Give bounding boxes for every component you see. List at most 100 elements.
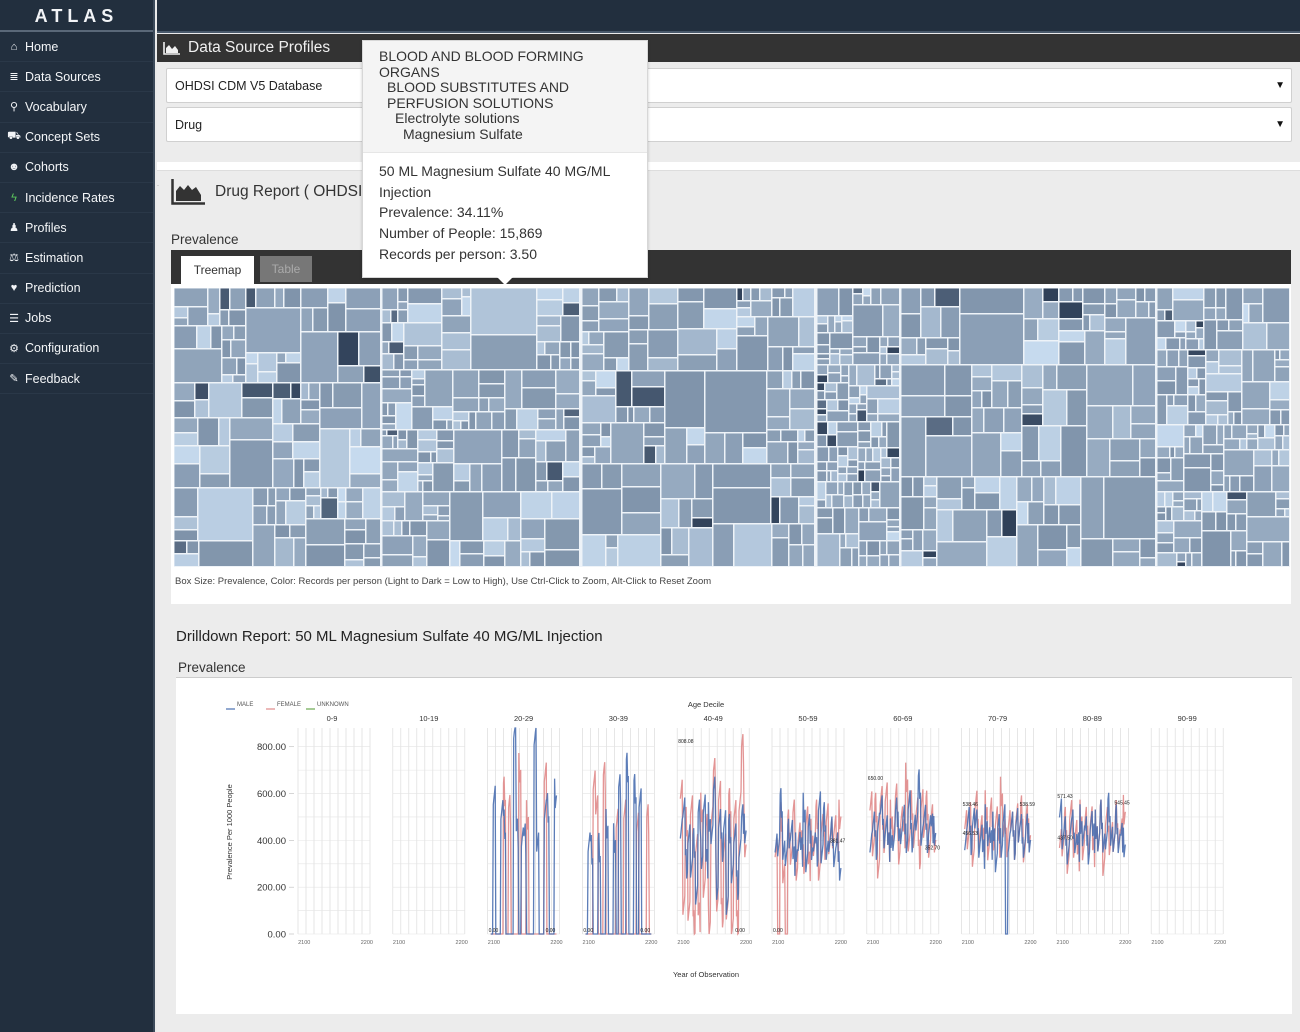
treemap-cell[interactable] bbox=[617, 358, 629, 371]
treemap-cell[interactable] bbox=[1177, 562, 1186, 567]
treemap-cell[interactable] bbox=[1001, 451, 1022, 477]
treemap-cell[interactable] bbox=[345, 519, 366, 530]
treemap-cell[interactable] bbox=[629, 316, 649, 330]
treemap-cell[interactable] bbox=[1022, 414, 1043, 426]
treemap-cell[interactable] bbox=[827, 471, 831, 482]
treemap-cell[interactable] bbox=[817, 288, 839, 316]
treemap-cell[interactable] bbox=[1157, 507, 1166, 513]
treemap-cell[interactable] bbox=[382, 354, 394, 370]
treemap-cell[interactable] bbox=[937, 477, 962, 499]
treemap-cell[interactable] bbox=[246, 288, 256, 308]
treemap-cell[interactable] bbox=[1167, 406, 1188, 425]
treemap-cell[interactable] bbox=[1188, 395, 1196, 412]
treemap-cell[interactable] bbox=[398, 310, 408, 323]
treemap-cell[interactable] bbox=[321, 488, 328, 498]
treemap-cell[interactable] bbox=[962, 477, 975, 488]
treemap[interactable] bbox=[174, 288, 1290, 567]
treemap-cell[interactable] bbox=[661, 555, 689, 567]
treemap-cell[interactable] bbox=[1105, 318, 1126, 332]
treemap-cell[interactable] bbox=[389, 342, 404, 354]
treemap-cell[interactable] bbox=[412, 385, 425, 396]
treemap-cell[interactable] bbox=[1204, 320, 1217, 350]
treemap-cell[interactable] bbox=[1002, 510, 1017, 537]
treemap-cell[interactable] bbox=[913, 530, 923, 551]
treemap-cell[interactable] bbox=[665, 428, 687, 464]
treemap-cell[interactable] bbox=[1216, 288, 1226, 308]
treemap-cell[interactable] bbox=[304, 472, 320, 488]
treemap-cell[interactable] bbox=[275, 538, 294, 567]
treemap-cell[interactable] bbox=[530, 552, 545, 567]
treemap-cell[interactable] bbox=[469, 412, 476, 430]
treemap-cell[interactable] bbox=[1192, 553, 1202, 567]
treemap-cell[interactable] bbox=[211, 326, 222, 349]
treemap-cell[interactable] bbox=[234, 326, 246, 340]
treemap-cell[interactable] bbox=[1188, 350, 1206, 356]
treemap-cell[interactable] bbox=[873, 448, 881, 462]
treemap-cell[interactable] bbox=[479, 398, 489, 412]
treemap-cell[interactable] bbox=[863, 296, 871, 305]
treemap-cell[interactable] bbox=[960, 314, 1024, 365]
treemap-cell[interactable] bbox=[737, 327, 755, 336]
treemap-cell[interactable] bbox=[840, 548, 852, 567]
treemap-cell[interactable] bbox=[1043, 288, 1059, 302]
treemap-cell[interactable] bbox=[1117, 300, 1136, 318]
treemap-cell[interactable] bbox=[869, 508, 887, 522]
treemap-cell[interactable] bbox=[1061, 426, 1087, 477]
treemap-cell[interactable] bbox=[793, 288, 815, 317]
treemap-cell[interactable] bbox=[1043, 390, 1067, 426]
treemap-cell[interactable] bbox=[1140, 439, 1156, 458]
treemap-cell[interactable] bbox=[924, 477, 937, 486]
treemap-cell[interactable] bbox=[442, 316, 471, 333]
treemap-cell[interactable] bbox=[737, 288, 743, 301]
treemap-cell[interactable] bbox=[817, 415, 827, 422]
treemap-cell[interactable] bbox=[1265, 425, 1275, 438]
treemap-cell[interactable] bbox=[871, 422, 882, 437]
treemap-cell[interactable] bbox=[799, 506, 815, 524]
treemap-cell[interactable] bbox=[537, 355, 551, 370]
treemap-cell[interactable] bbox=[751, 301, 772, 317]
treemap-cell[interactable] bbox=[442, 333, 471, 350]
treemap-cell[interactable] bbox=[858, 431, 871, 442]
treemap-cell[interactable] bbox=[174, 326, 197, 349]
sidebar-item-profiles[interactable]: ♟ Profiles bbox=[0, 213, 153, 244]
treemap-cell[interactable] bbox=[447, 420, 453, 430]
sidebar-item-prediction[interactable]: ♥ Prediction bbox=[0, 274, 153, 304]
treemap-cell[interactable] bbox=[875, 379, 887, 386]
treemap-cell[interactable] bbox=[582, 288, 599, 306]
treemap-cell[interactable] bbox=[1211, 485, 1224, 492]
treemap-cell[interactable] bbox=[602, 464, 622, 489]
treemap-cell[interactable] bbox=[582, 457, 595, 464]
treemap-cell[interactable] bbox=[1240, 439, 1247, 450]
treemap-cell[interactable] bbox=[1043, 302, 1059, 319]
treemap-cell[interactable] bbox=[1184, 492, 1202, 499]
treemap-cell[interactable] bbox=[268, 488, 276, 506]
treemap-cell[interactable] bbox=[246, 353, 258, 364]
treemap-cell[interactable] bbox=[382, 449, 418, 462]
treemap-cell[interactable] bbox=[661, 464, 695, 499]
treemap-cell[interactable] bbox=[858, 470, 865, 482]
treemap-cell[interactable] bbox=[382, 436, 393, 449]
treemap-cell[interactable] bbox=[791, 478, 815, 497]
treemap-cell[interactable] bbox=[755, 317, 768, 336]
treemap-cell[interactable] bbox=[1188, 387, 1199, 395]
treemap-cell[interactable] bbox=[835, 316, 842, 322]
treemap-cell[interactable] bbox=[901, 355, 926, 365]
treemap-cell[interactable] bbox=[293, 442, 320, 459]
treemap-cell[interactable] bbox=[350, 429, 361, 447]
treemap-cell[interactable] bbox=[772, 288, 785, 298]
treemap-cell[interactable] bbox=[817, 354, 830, 359]
treemap-cell[interactable] bbox=[391, 310, 398, 323]
treemap-cell[interactable] bbox=[937, 510, 953, 542]
treemap-cell[interactable] bbox=[560, 342, 571, 358]
treemap-cell[interactable] bbox=[1275, 367, 1290, 382]
treemap-cell[interactable] bbox=[772, 538, 789, 567]
treemap-cell[interactable] bbox=[817, 359, 830, 365]
treemap-cell[interactable] bbox=[880, 482, 900, 508]
treemap-cell[interactable] bbox=[1179, 350, 1188, 367]
treemap-cell[interactable] bbox=[1197, 368, 1206, 379]
treemap-cell[interactable] bbox=[1247, 425, 1258, 434]
treemap-cell[interactable] bbox=[382, 536, 413, 555]
treemap-cell[interactable] bbox=[1227, 492, 1247, 500]
treemap-cell[interactable] bbox=[560, 358, 571, 370]
treemap-cell[interactable] bbox=[346, 488, 363, 502]
